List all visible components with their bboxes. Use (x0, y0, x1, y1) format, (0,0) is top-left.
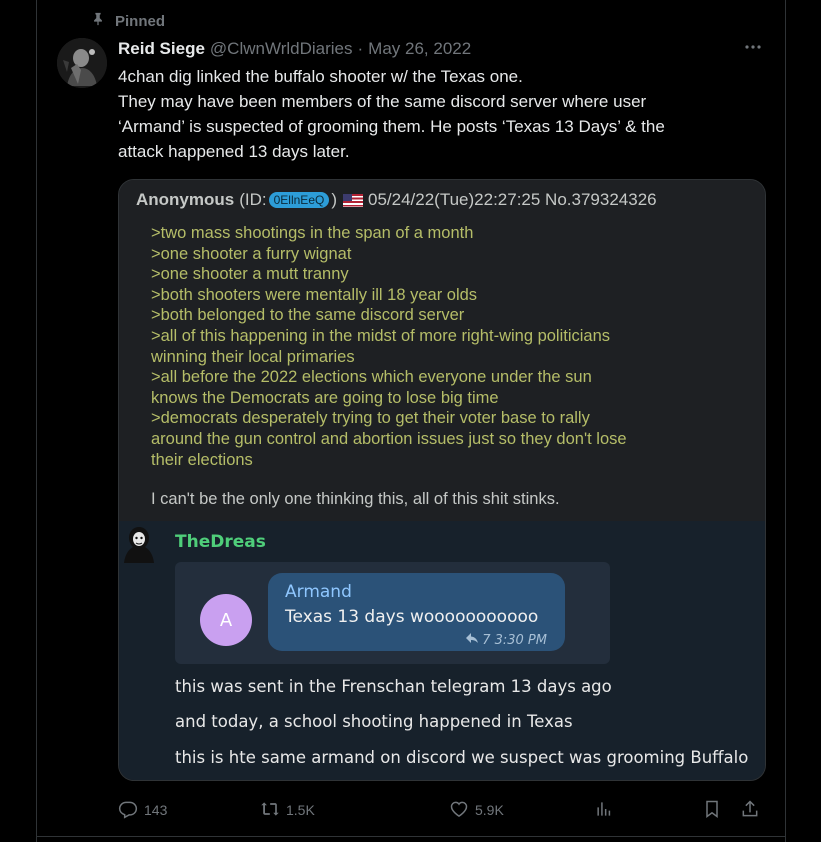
tweet-line: 4chan dig linked the buffalo shooter w/ … (118, 67, 523, 86)
chan-poster-name: Anonymous (136, 190, 235, 209)
forward-timestamp: 7 3:30 PM (465, 632, 547, 648)
telegram-message: this was sent in the Frenschan telegram … (175, 677, 612, 696)
share-icon (740, 799, 760, 822)
like-button[interactable]: 5.9K (449, 796, 504, 824)
tweet-line: They may have been members of the same d… (118, 92, 647, 111)
pin-icon (91, 12, 105, 30)
greentext-line: >two mass shootings in the span of a mon… (151, 224, 474, 242)
telegram-message: this is hte same armand on discord we su… (175, 748, 749, 767)
reply-count: 143 (144, 802, 168, 818)
analytics-icon (594, 799, 614, 822)
telegram-user-avatar (121, 525, 157, 567)
greentext-line: around the gun control and abortion issu… (151, 429, 627, 448)
tweet-line: ‘Armand’ is suspected of grooming them. … (118, 117, 665, 136)
chan-closing-line: I can't be the only one thinking this, a… (151, 490, 560, 508)
repost-icon (260, 799, 280, 822)
chan-greentext: >two mass shootings in the span of a mon… (151, 223, 731, 470)
greentext-line: >all before the 2022 elections which eve… (151, 368, 592, 387)
greentext-line: knows the Democrats are going to lose bi… (151, 388, 499, 407)
tweet-divider (37, 836, 785, 837)
repost-count: 1.5K (286, 802, 315, 818)
us-flag-icon (343, 193, 363, 207)
tweet-line: attack happened 13 days later. (118, 142, 350, 161)
tweet-card[interactable]: Pinned Reid Siege @ClwnWrldDiaries · May… (36, 0, 786, 842)
greentext-line: >both belonged to the same discord serve… (151, 306, 465, 325)
forward-sender-avatar: A (200, 594, 252, 646)
share-button[interactable] (740, 796, 760, 824)
chan-id-suffix: ) (331, 190, 337, 209)
author-name[interactable]: Reid Siege (118, 39, 205, 59)
greentext-line: >one shooter a mutt tranny (151, 265, 349, 284)
chan-post: Anonymous (ID: 0EllnEeQ ) 05/24/22(Tue)2… (119, 180, 765, 521)
tweet-date[interactable]: May 26, 2022 (368, 39, 471, 59)
forward-message-text: Texas 13 days wooooooooooo (285, 607, 539, 627)
tweet-actions: 143 1.5K 5.9K (118, 796, 766, 824)
reply-icon (118, 799, 138, 822)
forward-time-text: 7 3:30 PM (482, 632, 547, 648)
forwarded-message-panel: A Armand Texas 13 days wooooooooooo 7 3:… (175, 562, 610, 664)
bookmark-icon (702, 799, 722, 822)
like-count: 5.9K (475, 802, 504, 818)
forwarded-message-bubble: Armand Texas 13 days wooooooooooo 7 3:30… (268, 573, 565, 651)
heart-icon (449, 799, 469, 822)
chan-timestamp: 05/24/22(Tue)22:27:25 No.379324326 (368, 190, 657, 209)
greentext-line: >all of this happening in the midst of m… (151, 326, 611, 345)
forward-arrow-icon (465, 632, 479, 648)
forward-sender-name: Armand (285, 582, 352, 602)
more-icon (743, 37, 763, 62)
reply-button[interactable]: 143 (118, 796, 167, 824)
greentext-line: >one shooter a furry wignat (151, 244, 352, 263)
tweet-image[interactable]: Anonymous (ID: 0EllnEeQ ) 05/24/22(Tue)2… (118, 179, 766, 781)
author-avatar[interactable] (57, 38, 107, 88)
greentext-line: winning their local primaries (151, 347, 355, 366)
greentext-line: >democrats desperately trying to get the… (151, 409, 590, 428)
pinned-text: Pinned (115, 12, 166, 30)
telegram-username: TheDreas (175, 532, 266, 552)
telegram-screenshot: TheDreas A Armand Texas 13 days wooooooo… (119, 521, 765, 780)
chan-id-prefix: (ID: (239, 190, 267, 209)
repost-button[interactable]: 1.5K (260, 796, 315, 824)
chan-poster-id: 0EllnEeQ (268, 192, 330, 208)
pinned-label: Pinned (91, 12, 165, 30)
telegram-message: and today, a school shooting happened in… (175, 712, 573, 731)
greentext-line: their elections (151, 450, 253, 469)
more-options-button[interactable] (741, 38, 765, 60)
tweet-text: 4chan dig linked the buffalo shooter w/ … (118, 64, 758, 164)
tweet-header: Reid Siege @ClwnWrldDiaries · May 26, 20… (118, 38, 471, 60)
chan-post-header: Anonymous (ID: 0EllnEeQ ) 05/24/22(Tue)2… (136, 190, 657, 210)
bookmark-button[interactable] (702, 796, 722, 824)
views-button[interactable] (594, 796, 614, 824)
greentext-line: >both shooters were mentally ill 18 year… (151, 285, 478, 304)
author-handle[interactable]: @ClwnWrldDiaries (210, 39, 353, 59)
separator-dot: · (357, 39, 364, 58)
